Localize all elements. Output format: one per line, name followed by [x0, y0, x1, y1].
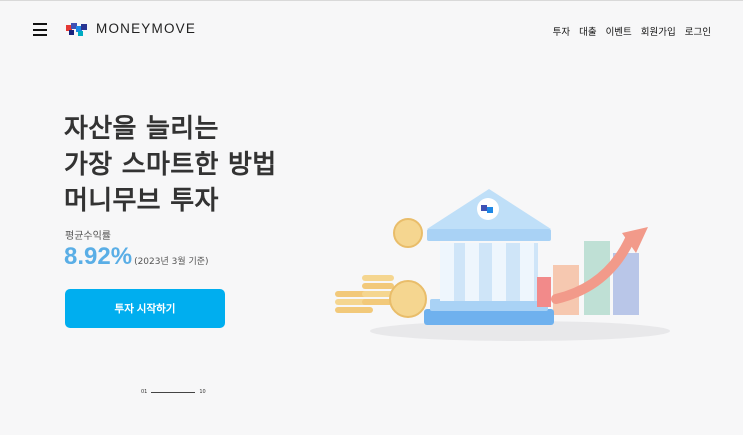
logo-text: MONEYMOVE — [96, 21, 197, 36]
nav-event[interactable]: 이벤트 — [606, 24, 632, 38]
headline-line: 자산을 늘리는 — [64, 114, 219, 144]
start-investing-button[interactable]: 투자 시작하기 — [65, 289, 225, 328]
yield-label: 평균수익률 — [65, 231, 111, 242]
slide-progress-track — [151, 391, 196, 393]
slide-current: 01 — [141, 389, 148, 395]
hero-headline: 자산을 늘리는 가장 스마트한 방법 머니무브 투자 — [64, 111, 364, 219]
header: MONEYMOVE 투자 대출 이벤트 회원가입 로그인 — [0, 1, 743, 59]
nav-signup[interactable]: 회원가입 — [641, 24, 676, 38]
nav-invest[interactable]: 투자 — [553, 24, 570, 38]
nav-loan[interactable]: 대출 — [579, 24, 596, 38]
headline-line: 머니무브 투자 — [64, 186, 219, 216]
slide-indicator[interactable]: 01 10 — [141, 389, 206, 395]
coin-icon — [389, 280, 427, 318]
bank-illustration — [335, 189, 670, 341]
yield-row: 8.92% (2023년 3월 기준) — [64, 243, 209, 271]
top-nav: 투자 대출 이벤트 회원가입 로그인 — [553, 24, 711, 38]
yield-value: 8.92% — [64, 243, 133, 270]
puzzle-logo-icon — [66, 22, 87, 36]
yield-note: (2023년 3월 기준) — [134, 257, 209, 267]
coin-stack-icon — [335, 275, 394, 313]
headline-line: 가장 스마트한 방법 — [64, 150, 277, 180]
coin-icon — [393, 218, 423, 248]
logo[interactable]: MONEYMOVE — [66, 21, 196, 36]
nav-login[interactable]: 로그인 — [685, 24, 711, 38]
slide-total: 10 — [199, 389, 206, 395]
bank-building-icon — [424, 189, 554, 325]
page: MONEYMOVE 투자 대출 이벤트 회원가입 로그인 자산을 늘리는 가장 … — [0, 0, 743, 435]
menu-icon[interactable] — [33, 23, 47, 36]
